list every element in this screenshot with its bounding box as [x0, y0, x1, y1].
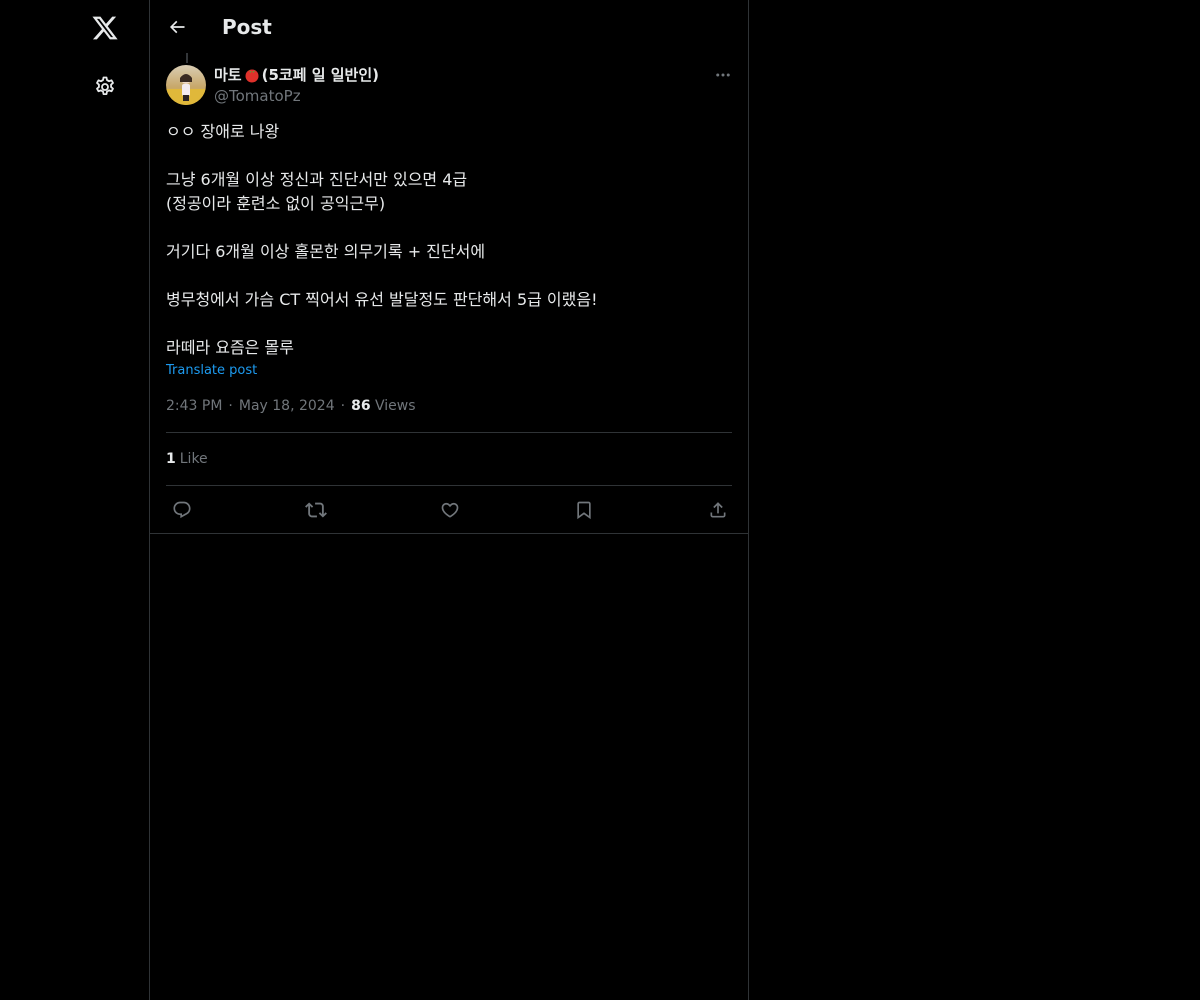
thread-line	[186, 53, 188, 63]
views-count: 86	[351, 398, 371, 414]
post-text-line: (정공이라 훈련소 없이 공익근무)	[166, 194, 386, 213]
reply-icon[interactable]	[168, 496, 196, 524]
author-name-text: 마토	[214, 66, 242, 84]
x-logo-icon[interactable]	[81, 4, 129, 52]
post-text-line: 라떼라 요즘은 몰루	[166, 338, 294, 357]
more-options-icon[interactable]	[706, 62, 740, 88]
views-label: Views	[375, 398, 416, 414]
post-text-line: 그냥 6개월 이상 정신과 진단서만 있으면 4급	[166, 170, 468, 189]
gear-icon[interactable]	[81, 63, 129, 111]
post-time[interactable]: 2:43 PM	[166, 398, 222, 414]
page-title: Post	[222, 15, 272, 39]
post-text-line: ㅇㅇ 장애로 나왕	[166, 122, 280, 141]
post-text-line: 병무청에서 가슴 CT 찍어서 유선 발달정도 판단해서 5급 이랬음!	[166, 290, 598, 309]
post-text: ㅇㅇ 장애로 나왕 그냥 6개월 이상 정신과 진단서만 있으면 4급 (정공이…	[166, 120, 734, 360]
left-navigation	[0, 0, 149, 1000]
meta-separator: ·	[228, 398, 233, 414]
page-header: Post	[150, 0, 748, 53]
author-name[interactable]: 마토 (5코페 일 일반인)	[214, 65, 379, 85]
share-icon[interactable]	[704, 496, 732, 524]
main-column: Post 마토 (5코페 일 일반인) @TomatoPz ㅇㅇ 장애로 나왕 …	[149, 0, 749, 1000]
avatar[interactable]	[166, 65, 206, 105]
divider	[150, 533, 748, 534]
likes-label: Like	[179, 451, 208, 467]
post-text-line	[166, 264, 734, 288]
post-text-line	[166, 216, 734, 240]
post-date[interactable]: May 18, 2024	[239, 398, 335, 414]
likes-count: 1	[166, 451, 176, 467]
retweet-icon[interactable]	[302, 496, 330, 524]
divider	[166, 432, 732, 433]
divider	[166, 485, 732, 486]
author-name-suffix: (5코페 일 일반인)	[261, 66, 380, 84]
post-metadata: 2:43 PM · May 18, 2024 · 86 Views	[166, 396, 416, 416]
post-actions-bar	[166, 496, 732, 524]
likes-summary[interactable]: 1 Like	[166, 449, 208, 469]
author-handle[interactable]: @TomatoPz	[214, 86, 301, 106]
tomato-emoji	[244, 67, 260, 83]
post-text-line: 거기다 6개월 이상 홀몬한 의무기록 + 진단서에	[166, 242, 486, 261]
like-icon[interactable]	[436, 496, 464, 524]
bookmark-icon[interactable]	[570, 496, 598, 524]
post-text-line	[166, 312, 734, 336]
meta-separator: ·	[340, 398, 346, 414]
translate-post-link[interactable]: Translate post	[166, 362, 257, 380]
post-text-line	[166, 144, 734, 168]
arrow-left-icon[interactable]	[160, 10, 194, 44]
